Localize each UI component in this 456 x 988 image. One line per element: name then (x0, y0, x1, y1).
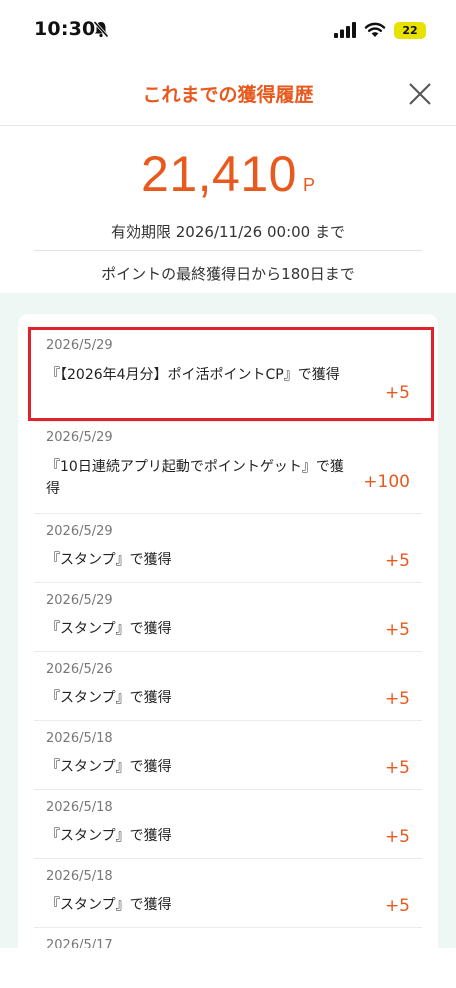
history-entry[interactable]: 2026/5/29 『スタンプ』で獲得 +5 (34, 583, 422, 652)
points-unit: P (302, 175, 315, 195)
entry-description: 『スタンプ』で獲得 (46, 552, 172, 568)
entry-date: 2026/5/29 (46, 593, 113, 608)
history-entry[interactable]: 2026/5/29 『【2026年4月分】ポイ活ポイントCP』で獲得 +5 (34, 320, 422, 422)
entry-date: 2026/5/29 (46, 338, 113, 353)
bottom-area (0, 948, 456, 988)
entry-description: 『スタンプ』で獲得 (46, 897, 172, 913)
entry-description: 『スタンプ』で獲得 (46, 759, 172, 775)
entry-description: 『スタンプ』で獲得 (46, 621, 172, 637)
battery-level: 22 (402, 24, 418, 37)
expiry-note: ポイントの最終獲得日から180日まで (101, 265, 355, 283)
entry-points: +5 (384, 758, 410, 778)
entry-description: 『スタンプ』で獲得 (46, 690, 172, 706)
status-bar: 10:30 22 (0, 0, 456, 56)
history-list[interactable]: 2026/5/29 『【2026年4月分】ポイ活ポイントCP』で獲得 +5 20… (18, 314, 438, 948)
points-value: 21,410 (141, 146, 297, 202)
points-summary: 21,410 P 有効期限 2026/11/26 00:00 まで ポイントの最終… (0, 127, 456, 293)
expiry-date: 有効期限 2026/11/26 00:00 まで (111, 223, 345, 241)
page-title: これまでの獲得履歴 (142, 84, 314, 106)
entry-points: +5 (384, 689, 410, 709)
entry-points: +5 (384, 620, 410, 640)
entry-points: +5 (384, 383, 410, 403)
history-entry[interactable]: 2026/5/17 (34, 928, 422, 948)
battery-icon: 22 (394, 22, 426, 39)
entry-date: 2026/5/18 (46, 731, 113, 746)
entry-description: 『【2026年4月分】ポイ活ポイントCP』で獲得 (46, 367, 340, 383)
history-entry[interactable]: 2026/5/18 『スタンプ』で獲得 +5 (34, 859, 422, 928)
bell-slash-icon (93, 20, 109, 38)
points-total: 21,410 P (0, 145, 456, 203)
entry-description: 『10日連続アプリ起動でポイントゲット』で獲得 (46, 459, 344, 497)
entry-points: +100 (363, 472, 410, 492)
entry-description: 『スタンプ』で獲得 (46, 828, 172, 844)
divider (34, 250, 422, 251)
entry-date: 2026/5/18 (46, 800, 113, 815)
history-entry[interactable]: 2026/5/18 『スタンプ』で獲得 +5 (34, 790, 422, 859)
entry-points: +5 (384, 896, 410, 916)
history-entry[interactable]: 2026/5/29 『10日連続アプリ起動でポイントゲット』で獲得 +100 (34, 422, 422, 514)
entry-date: 2026/5/29 (46, 524, 113, 539)
history-entry[interactable]: 2026/5/18 『スタンプ』で獲得 +5 (34, 721, 422, 790)
entry-date: 2026/5/17 (46, 938, 113, 948)
entry-points: +5 (384, 827, 410, 847)
signal-icon (334, 22, 356, 38)
close-icon[interactable] (404, 78, 436, 110)
entry-date: 2026/5/29 (46, 430, 113, 445)
status-time: 10:30 (34, 18, 96, 40)
entry-date: 2026/5/26 (46, 662, 113, 677)
history-entry[interactable]: 2026/5/26 『スタンプ』で獲得 +5 (34, 652, 422, 721)
header: これまでの獲得履歴 (0, 60, 456, 126)
wifi-icon (364, 22, 386, 37)
history-entry[interactable]: 2026/5/29 『スタンプ』で獲得 +5 (34, 514, 422, 583)
entry-date: 2026/5/18 (46, 869, 113, 884)
entry-points: +5 (384, 551, 410, 571)
